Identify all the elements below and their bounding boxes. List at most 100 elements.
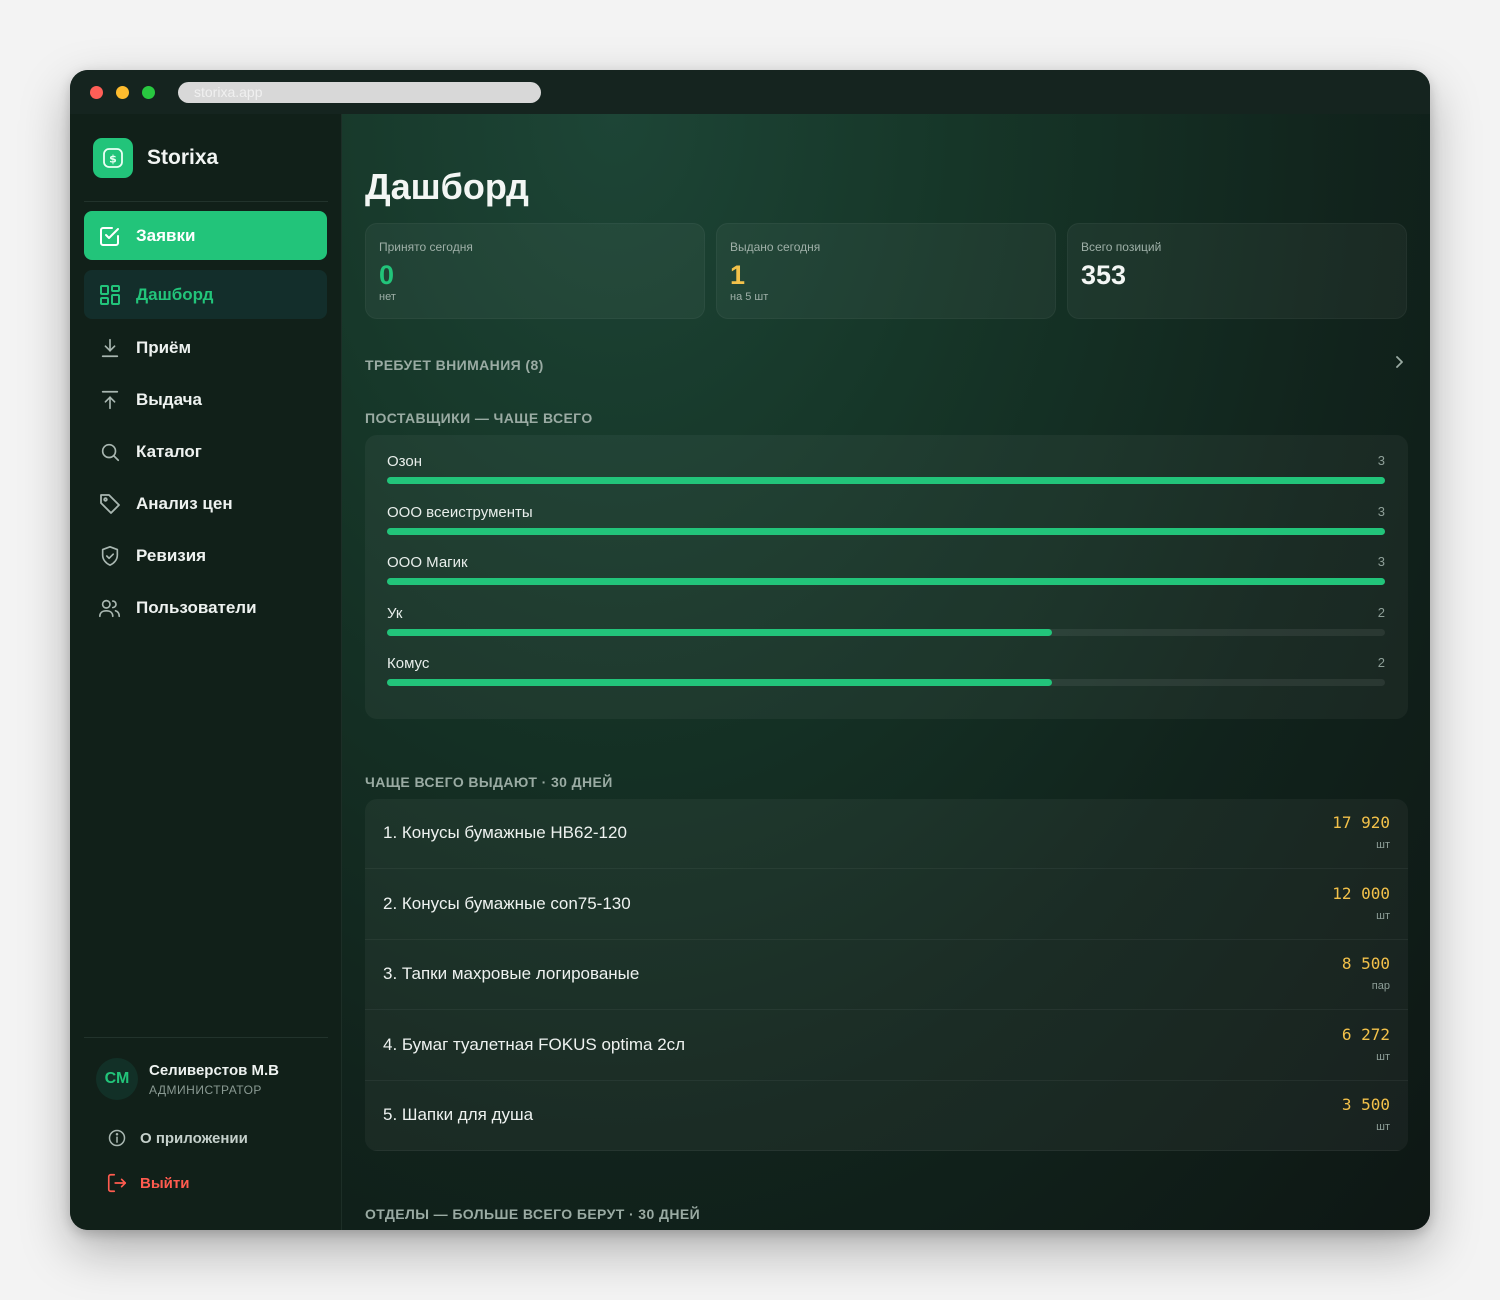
avatar: СМ: [96, 1058, 138, 1100]
top-item-row[interactable]: 2. Конусы бумажные con75-130 12 000 шт: [365, 870, 1408, 940]
top-item-row[interactable]: 4. Бумаг туалетная FOKUS optima 2сл 6 272…: [365, 1011, 1408, 1081]
supplier-bar-track: [387, 578, 1385, 585]
top-item-unit: шт: [1376, 1050, 1390, 1063]
dashboard-grid-icon: [98, 283, 122, 307]
top-item-row[interactable]: 5. Шапки для душа 3 500 шт: [365, 1081, 1408, 1151]
user-name: Селиверстов М.В: [149, 1061, 279, 1079]
top-item-name: 1. Конусы бумажные НВ62-120: [383, 823, 627, 842]
user-profile[interactable]: СМ Селиверстов М.В АДМИНИСТРАТОР: [96, 1058, 279, 1100]
top-item-qty: 6 272: [1341, 1024, 1390, 1044]
supplier-bar-track: [387, 477, 1385, 484]
supplier-bar-fill: [387, 578, 1385, 585]
about-label: О приложении: [140, 1129, 248, 1147]
top-item-name: 4. Бумаг туалетная FOKUS optima 2сл: [383, 1034, 686, 1054]
supplier-bar-track: [387, 527, 1385, 535]
sidebar-item-label: Ревизия: [136, 545, 207, 565]
sidebar-item-label: Дашборд: [136, 284, 214, 304]
sidebar-item-label: Пользователи: [136, 597, 257, 617]
stat-card-total: Всего позиций 353: [1067, 223, 1407, 319]
title-bar: storixa.app: [70, 70, 1430, 114]
supplier-name: ООО Магик: [387, 554, 468, 571]
sidebar-item-label: Приём: [136, 337, 192, 357]
about-link[interactable]: О приложении: [106, 1127, 248, 1149]
top-item-qty: 17 920: [1332, 813, 1390, 832]
supplier-bar-track: [387, 679, 1385, 686]
sidebar-item-label: Выдача: [136, 389, 202, 409]
stat-label: Принято сегодня: [379, 240, 473, 254]
sidebar-item-users[interactable]: Пользователи: [84, 583, 327, 632]
stat-label: Всего позиций: [1081, 240, 1162, 254]
supplier-count: 3: [1377, 554, 1385, 569]
top-item-row[interactable]: 1. Конусы бумажные НВ62-120 17 920 шт: [365, 799, 1408, 869]
stat-card-issued: Выдано сегодня 1 на 5 шт: [716, 223, 1056, 319]
departments-section-title: ОТДЕЛЫ — БОЛЬШЕ ВСЕГО БЕРУТ · 30 ДНЕЙ: [365, 1206, 701, 1222]
suppliers-card: Озон 3 ООО всеиструменты 3 ООО Магик 3 Ук 2 Кому…: [365, 435, 1408, 719]
stat-sub: нет: [379, 291, 396, 303]
top-item-name: 3. Тапки махровые логированые: [383, 964, 640, 983]
sidebar-item-label: Заявки: [136, 225, 196, 245]
sidebar-item-dashboard[interactable]: Дашборд: [84, 270, 327, 319]
brand[interactable]: $ Storixa: [93, 138, 218, 178]
brand-name: Storixa: [147, 146, 219, 169]
supplier-name: Комус: [387, 655, 430, 672]
top-item-unit: шт: [1376, 839, 1390, 851]
chevron-right-icon[interactable]: [1392, 355, 1406, 369]
supplier-name: ООО всеиструменты: [387, 503, 533, 521]
stat-value: 1: [730, 260, 746, 290]
supplier-bar-fill: [387, 527, 1385, 535]
checkbox-edit-icon: [98, 224, 122, 248]
main-content: Дашборд Принято сегодня 0 нет Выдано сег…: [342, 114, 1430, 1230]
supplier-count: 2: [1377, 604, 1385, 620]
top-items-section-title: ЧАЩЕ ВСЕГО ВЫДАЮТ · 30 ДНЕЙ: [365, 774, 613, 790]
supplier-count: 3: [1377, 503, 1385, 519]
minimize-window-button[interactable]: [116, 86, 129, 99]
tag-icon: [98, 492, 122, 516]
stat-card-received: Принято сегодня 0 нет: [365, 223, 705, 319]
sidebar: $ Storixa Заявки Дашборд Приём Выдача Ка…: [70, 114, 342, 1230]
sidebar-item-receiving[interactable]: Приём: [84, 323, 327, 372]
supplier-row: Ук 2: [387, 605, 1385, 645]
top-items-card: 1. Конусы бумажные НВ62-120 17 920 шт 2. Ко…: [365, 799, 1408, 1151]
top-item-qty: 12 000: [1332, 883, 1390, 903]
supplier-bar-fill: [387, 679, 1053, 686]
supplier-row: ООО Магик 3: [387, 554, 1385, 594]
logout-label: Выйти: [140, 1174, 190, 1192]
users-icon: [98, 596, 122, 620]
sidebar-item-requests[interactable]: Заявки: [84, 211, 327, 260]
supplier-row: ООО всеиструменты 3: [387, 504, 1385, 544]
top-item-unit: шт: [1376, 909, 1390, 922]
top-item-row[interactable]: 3. Тапки махровые логированые 8 500 пар: [365, 940, 1408, 1010]
logout-button[interactable]: Выйти: [106, 1172, 189, 1194]
sidebar-item-label: Каталог: [136, 441, 202, 461]
stat-label: Выдано сегодня: [730, 240, 821, 254]
attention-section-toggle[interactable]: ТРЕБУЕТ ВНИМАНИЯ (8): [365, 357, 544, 373]
maximize-window-button[interactable]: [142, 86, 155, 99]
shield-check-icon: [98, 544, 122, 568]
user-role: АДМИНИСТРАТОР: [149, 1082, 262, 1097]
download-icon: [98, 336, 122, 360]
supplier-count: 3: [1377, 453, 1385, 468]
brand-logo-icon: $: [93, 138, 133, 178]
close-window-button[interactable]: [90, 86, 103, 99]
sidebar-item-audit[interactable]: Ревизия: [84, 531, 327, 580]
logout-icon: [106, 1172, 128, 1194]
brand-logo-glyph: $: [109, 153, 117, 166]
app-window: storixa.app $ Storixa Заявки Дашборд При…: [70, 70, 1430, 1230]
upload-icon: [98, 388, 122, 412]
stat-value: 0: [379, 260, 395, 290]
top-item-qty: 3 500: [1341, 1095, 1390, 1114]
sidebar-item-issuing[interactable]: Выдача: [84, 375, 327, 424]
stat-sub: на 5 шт: [730, 291, 769, 303]
sidebar-item-price-analysis[interactable]: Анализ цен: [84, 479, 327, 528]
supplier-row: Комус 2: [387, 655, 1385, 695]
supplier-bar-track: [387, 628, 1385, 636]
search-icon: [98, 440, 122, 464]
sidebar-item-catalog[interactable]: Каталог: [84, 427, 327, 476]
sidebar-divider: [84, 201, 328, 202]
suppliers-section-title: ПОСТАВЩИКИ — ЧАЩЕ ВСЕГО: [365, 410, 593, 426]
supplier-bar-fill: [387, 628, 1053, 636]
url-bar[interactable]: storixa.app: [178, 82, 541, 103]
supplier-count: 2: [1377, 655, 1385, 670]
page-title: Дашборд: [365, 166, 529, 207]
top-item-name: 2. Конусы бумажные con75-130: [383, 893, 631, 913]
